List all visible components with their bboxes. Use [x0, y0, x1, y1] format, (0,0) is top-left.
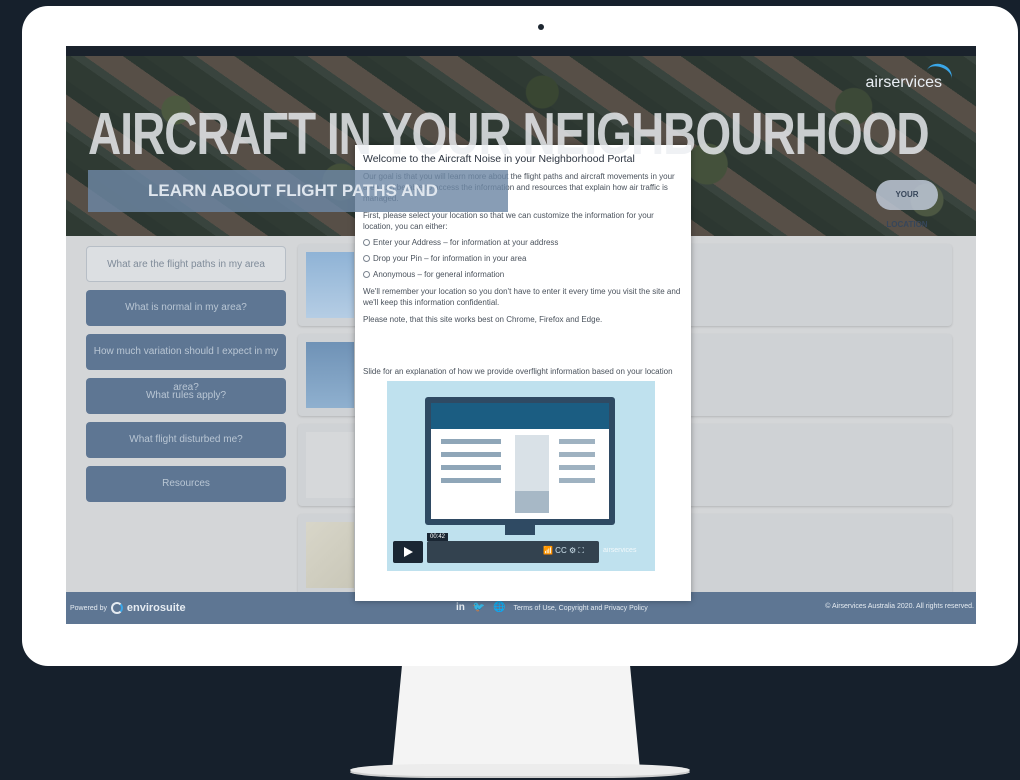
card-image — [306, 252, 354, 318]
hero-title: AIRCRAFT IN YOUR NEIGHBOURHOOD — [88, 99, 930, 167]
your-location-button[interactable]: YOUR LOCATION — [876, 180, 938, 229]
video-time: 00:42 — [427, 533, 449, 541]
video-lines-right — [559, 439, 595, 491]
option-label: Enter your Address – for information at … — [373, 238, 559, 247]
welcome-modal: Welcome to the Aircraft Noise in your Ne… — [355, 145, 691, 601]
nav-item-normal[interactable]: What is normal in my area? — [86, 290, 286, 326]
radio-button[interactable] — [363, 255, 370, 262]
monitor-base — [350, 764, 690, 776]
powered-by-label: Powered by — [70, 604, 107, 612]
video-lines — [441, 439, 501, 491]
radio-button[interactable] — [363, 239, 370, 246]
option-label: Drop your Pin – for information in your … — [373, 254, 527, 263]
monitor-stand — [392, 666, 640, 770]
globe-icon[interactable]: 🌐 — [493, 602, 505, 613]
nav-item-disturbed[interactable]: What flight disturbed me? — [86, 422, 286, 458]
slide-label: Slide for an explanation of how we provi… — [363, 367, 673, 376]
screen: AIRCRAFT IN YOUR NEIGHBOURHOOD LEARN ABO… — [66, 46, 976, 624]
terms-link[interactable]: Terms of Use, Copyright and Privacy Poli… — [514, 605, 648, 612]
envirosuite-brand[interactable]: envirosuite — [127, 602, 186, 614]
map-image — [306, 522, 354, 588]
modal-remember: We'll remember your location so you don'… — [363, 287, 681, 307]
nav-item-flight-paths[interactable]: What are the flight paths in my area — [86, 246, 286, 282]
option-pin[interactable]: Drop your Pin – for information in your … — [363, 254, 683, 263]
copyright: © Airservices Australia 2020. All rights… — [825, 603, 974, 610]
video-brand: airservices — [603, 547, 637, 554]
envirosuite-logo-icon — [110, 602, 123, 614]
modal-prompt: First, please select your location so th… — [363, 211, 654, 231]
nav-item-variation[interactable]: How much variation should I expect in my… — [86, 334, 286, 393]
desktop-mockup: AIRCRAFT IN YOUR NEIGHBOURHOOD LEARN ABO… — [0, 0, 1020, 780]
nav-item-resources[interactable]: Resources — [86, 466, 286, 502]
hero-subtitle: LEARN ABOUT FLIGHT PATHS AND — [88, 170, 508, 212]
video-stand — [505, 525, 535, 535]
modal-browsers: Please note, that this site works best o… — [363, 315, 603, 324]
option-label: Anonymous – for general information — [373, 270, 505, 279]
linkedin-icon[interactable]: in — [456, 602, 465, 613]
video-screen — [431, 403, 609, 519]
option-anonymous[interactable]: Anonymous – for general information — [363, 270, 683, 279]
powered-by: Powered by envirosuite — [70, 602, 186, 614]
camera-dot — [538, 24, 544, 30]
airplane-image — [306, 342, 354, 408]
footer-links: in 🐦 🌐 Terms of Use, Copyright and Priva… — [456, 602, 648, 613]
radio-button[interactable] — [363, 271, 370, 278]
helicopter-image — [306, 432, 354, 498]
option-address[interactable]: Enter your Address – for information at … — [363, 238, 683, 247]
nav-item-rules[interactable]: What rules apply? — [86, 378, 286, 414]
house-icon — [515, 491, 549, 513]
side-nav: What are the flight paths in my area Wha… — [86, 246, 286, 510]
web-page: AIRCRAFT IN YOUR NEIGHBOURHOOD LEARN ABO… — [66, 56, 976, 624]
video-control-icons[interactable]: 📶 CC ⚙ ⛶ — [543, 546, 584, 556]
video-player[interactable]: 00:42 📶 CC ⚙ ⛶ airservices — [387, 381, 655, 571]
brand-logo[interactable]: airservices — [866, 74, 942, 92]
video-controls: 00:42 📶 CC ⚙ ⛶ airservices — [393, 533, 649, 563]
play-icon[interactable] — [393, 541, 423, 563]
video-illustration — [425, 397, 615, 525]
video-header — [431, 403, 609, 429]
twitter-icon[interactable]: 🐦 — [473, 602, 485, 613]
